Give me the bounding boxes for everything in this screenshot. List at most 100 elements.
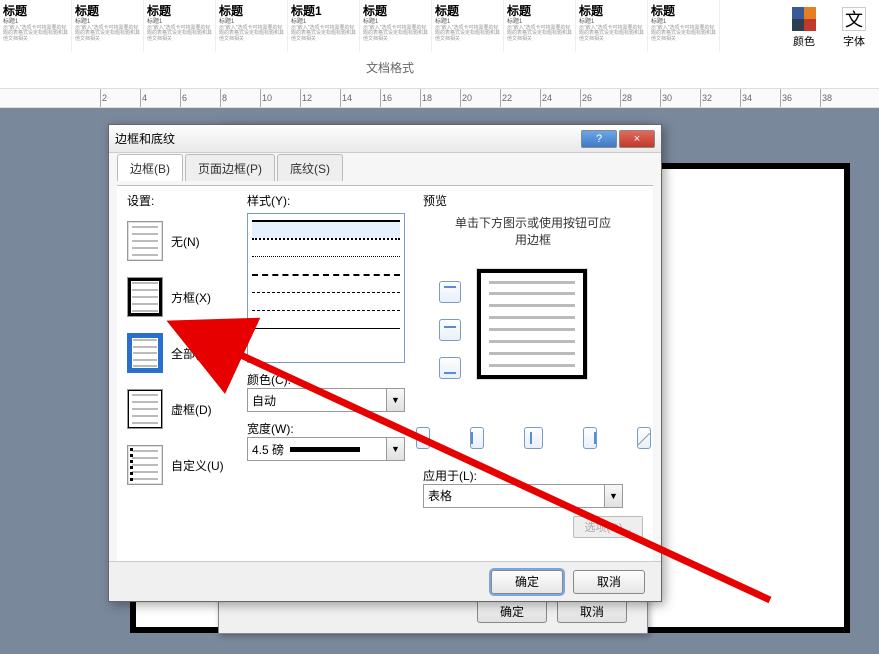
width-label: 宽度(W): — [247, 420, 412, 437]
style-gallery[interactable]: 标题标题1示"嵌入"选项卡可将需要的标题的表格式设定标题标题和其他文档相关标题标… — [0, 0, 780, 55]
preview-box[interactable] — [477, 269, 587, 379]
ruler-tick: 10 — [260, 89, 272, 107]
setting-grid-icon — [127, 389, 163, 429]
setting-all-label: 全部(A) — [171, 345, 211, 362]
fonts-button[interactable]: 文 字体 — [829, 0, 879, 55]
dialog-title: 边框和底纹 — [115, 130, 175, 147]
style-option-solid[interactable] — [252, 220, 400, 238]
color-label: 颜色(C): — [247, 371, 412, 388]
close-button[interactable]: × — [619, 130, 655, 148]
style-option-small-dash[interactable] — [252, 292, 400, 310]
borders-shading-dialog: 边框和底纹 ? × 边框(B) 页面边框(P) 底纹(S) 设置: 无(N) 方… — [108, 124, 662, 602]
tab-border[interactable]: 边框(B) — [117, 154, 183, 181]
color-value: 自动 — [252, 392, 276, 409]
dropdown-caret-icon: ▼ — [386, 389, 404, 411]
style-gallery-item[interactable]: 标题标题1示"嵌入"选项卡可将需要的标题的表格式设定标题标题和其他文档相关 — [648, 0, 720, 52]
ruler-tick: 16 — [380, 89, 392, 107]
style-gallery-item[interactable]: 标题标题1示"嵌入"选项卡可将需要的标题的表格式设定标题标题和其他文档相关 — [576, 0, 648, 52]
style-gallery-item[interactable]: 标题标题1示"嵌入"选项卡可将需要的标题的表格式设定标题标题和其他文档相关 — [360, 0, 432, 52]
setting-column: 设置: 无(N) 方框(X) 全部(A) 虚框(D) 自定义(U) — [127, 192, 237, 497]
style-gallery-item[interactable]: 标题标题1示"嵌入"选项卡可将需要的标题的表格式设定标题标题和其他文档相关 — [72, 0, 144, 52]
style-gallery-item[interactable]: 标题标题1示"嵌入"选项卡可将需要的标题的表格式设定标题标题和其他文档相关 — [144, 0, 216, 52]
setting-box-icon — [127, 277, 163, 317]
color-dropdown[interactable]: 自动 ▼ — [247, 388, 405, 412]
ok-button[interactable]: 确定 — [491, 570, 563, 594]
ruler-tick: 20 — [460, 89, 472, 107]
width-dropdown[interactable]: 4.5 磅 ▼ — [247, 437, 405, 461]
back-cancel-button[interactable]: 取消 — [557, 599, 627, 623]
edge-top-button[interactable] — [439, 281, 461, 303]
dialog-footer: 确定 取消 — [109, 561, 661, 601]
style-option-thin[interactable] — [252, 328, 400, 346]
ruler-tick: 24 — [540, 89, 552, 107]
ruler-tick: 34 — [740, 89, 752, 107]
back-ok-button[interactable]: 确定 — [477, 599, 547, 623]
style-gallery-item[interactable]: 标题标题1示"嵌入"选项卡可将需要的标题的表格式设定标题标题和其他文档相关 — [432, 0, 504, 52]
apply-to-dropdown[interactable]: 表格 ▼ — [423, 484, 623, 508]
dropdown-caret-icon: ▼ — [604, 485, 622, 507]
style-gallery-item[interactable]: 标题标题1示"嵌入"选项卡可将需要的标题的表格式设定标题标题和其他文档相关 — [504, 0, 576, 52]
ruler-tick: 36 — [780, 89, 792, 107]
ruler-tick: 18 — [420, 89, 432, 107]
ruler-tick: 30 — [660, 89, 672, 107]
setting-box-label: 方框(X) — [171, 289, 211, 306]
ruler-tick: 8 — [220, 89, 227, 107]
ruler-tick: 32 — [700, 89, 712, 107]
cancel-button[interactable]: 取消 — [573, 570, 645, 594]
horizontal-ruler[interactable]: 2468101214161820222426283032343638 — [0, 88, 879, 108]
style-option-dotted[interactable] — [252, 238, 400, 256]
setting-label: 设置: — [127, 192, 237, 209]
apply-to-value: 表格 — [428, 487, 452, 504]
ruler-tick: 6 — [180, 89, 187, 107]
dialog-body: 设置: 无(N) 方框(X) 全部(A) 虚框(D) 自定义(U) — [117, 185, 653, 561]
setting-custom-label: 自定义(U) — [171, 457, 224, 474]
setting-box[interactable]: 方框(X) — [127, 273, 237, 321]
style-column: 样式(Y): 颜色(C): 自动 ▼ 宽度(W): 4.5 磅 ▼ — [247, 192, 412, 461]
preview-column: 预览 单击下方图示或使用按钮可应用边框 应用于(L): — [423, 192, 643, 538]
edge-diag-up-button[interactable] — [637, 427, 651, 449]
ribbon-group-caption: 文档格式 — [0, 55, 780, 80]
style-option-fine-dot[interactable] — [252, 256, 400, 274]
ruler-tick: 4 — [140, 89, 147, 107]
setting-all-icon — [127, 333, 163, 373]
edge-middle-h-button[interactable] — [439, 319, 461, 341]
dialog-titlebar[interactable]: 边框和底纹 ? × — [109, 125, 661, 153]
style-gallery-item[interactable]: 标题标题1示"嵌入"选项卡可将需要的标题的表格式设定标题标题和其他文档相关 — [0, 0, 72, 52]
setting-grid[interactable]: 虚框(D) — [127, 385, 237, 433]
width-sample-icon — [290, 447, 360, 452]
ruler-tick: 2 — [100, 89, 107, 107]
ruler-tick: 12 — [300, 89, 312, 107]
fonts-label: 字体 — [843, 33, 865, 49]
edge-right-button[interactable] — [583, 427, 597, 449]
preview-label: 预览 — [423, 192, 643, 209]
ribbon-design-group: 颜色 文 字体 — [779, 0, 879, 55]
style-gallery-item[interactable]: 标题标题1示"嵌入"选项卡可将需要的标题的表格式设定标题标题和其他文档相关 — [216, 0, 288, 52]
help-button[interactable]: ? — [581, 130, 617, 148]
setting-grid-label: 虚框(D) — [171, 401, 212, 418]
preview-diagram — [433, 259, 633, 409]
colors-button[interactable]: 颜色 — [779, 0, 829, 55]
style-label: 样式(Y): — [247, 192, 412, 209]
setting-none[interactable]: 无(N) — [127, 217, 237, 265]
options-button: 选项(O)... — [573, 516, 643, 538]
edge-middle-v-button[interactable] — [524, 427, 543, 449]
setting-custom-icon — [127, 445, 163, 485]
style-option-dashed[interactable] — [252, 274, 400, 292]
ruler-tick: 26 — [580, 89, 592, 107]
edge-bottom-button[interactable] — [439, 357, 461, 379]
style-gallery-item[interactable]: 标题1标题1示"嵌入"选项卡可将需要的标题的表格式设定标题标题和其他文档相关 — [288, 0, 360, 52]
style-option-dashdot[interactable] — [252, 310, 400, 328]
setting-none-label: 无(N) — [171, 233, 200, 250]
setting-none-icon — [127, 221, 163, 261]
tab-page-border[interactable]: 页面边框(P) — [185, 154, 275, 181]
style-listbox[interactable] — [247, 213, 405, 363]
edge-diag-down-button[interactable] — [416, 427, 430, 449]
preview-hint: 单击下方图示或使用按钮可应用边框 — [453, 215, 613, 249]
tab-shading[interactable]: 底纹(S) — [277, 154, 343, 181]
ruler-tick: 14 — [340, 89, 352, 107]
setting-all[interactable]: 全部(A) — [127, 329, 237, 377]
width-value: 4.5 磅 — [252, 441, 284, 458]
dialog-tabs: 边框(B) 页面边框(P) 底纹(S) — [109, 153, 661, 181]
edge-left-button[interactable] — [470, 427, 484, 449]
setting-custom[interactable]: 自定义(U) — [127, 441, 237, 489]
